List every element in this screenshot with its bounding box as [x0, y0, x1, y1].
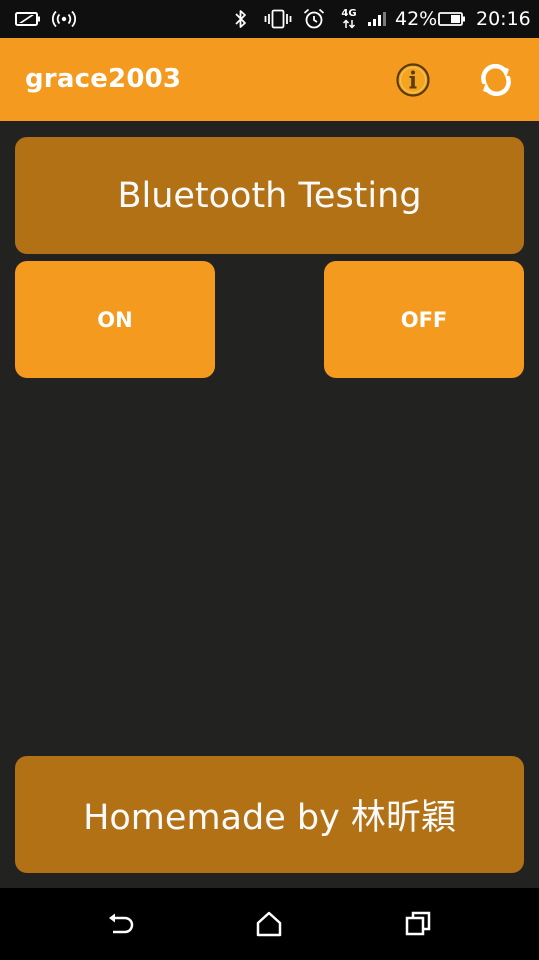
- battery-icon: [438, 9, 466, 29]
- app-title: grace2003: [25, 64, 182, 94]
- app-toolbar: grace2003: [0, 38, 539, 121]
- on-button[interactable]: ON: [15, 261, 215, 378]
- bluetooth-testing-banner: Bluetooth Testing: [15, 137, 524, 254]
- battery-saver-icon: [14, 9, 42, 29]
- vibrate-icon: [264, 9, 292, 29]
- homemade-footer-banner: Homemade by 林昕穎: [15, 756, 524, 873]
- status-bar: 4G 42% 20:16: [0, 0, 539, 38]
- off-button-label: OFF: [400, 307, 448, 332]
- on-button-label: ON: [97, 307, 133, 332]
- info-icon[interactable]: [393, 60, 433, 100]
- navigation-bar: [0, 888, 539, 960]
- back-icon[interactable]: [100, 906, 140, 942]
- refresh-icon[interactable]: [476, 60, 516, 100]
- cell-signal-icon: [366, 9, 390, 29]
- off-button[interactable]: OFF: [324, 261, 524, 378]
- recent-apps-icon[interactable]: [398, 906, 438, 942]
- app-screen: 4G 42% 20:16 grace2003 Bluetooth Testing…: [0, 0, 539, 960]
- banner-label: Bluetooth Testing: [117, 175, 422, 216]
- alarm-clock-icon: [302, 8, 326, 29]
- status-time: 20:16: [476, 8, 531, 30]
- nfc-signal-icon: [52, 9, 76, 29]
- network-type-label: 4G: [341, 8, 357, 19]
- bluetooth-icon: [232, 9, 250, 29]
- footer-label: Homemade by 林昕穎: [83, 798, 456, 838]
- home-icon[interactable]: [249, 906, 289, 942]
- mobile-data-icon: 4G: [338, 9, 360, 29]
- battery-percent: 42%: [395, 8, 438, 30]
